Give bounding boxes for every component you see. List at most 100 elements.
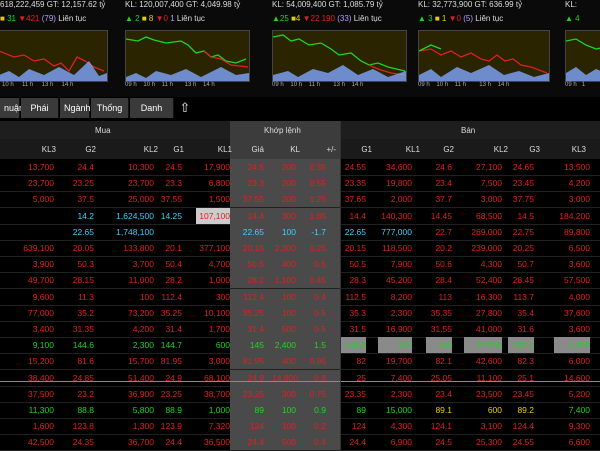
cell-kl1[interactable]: 1,700 xyxy=(196,321,230,337)
cell-g2[interactable]: 24.4 xyxy=(64,159,94,175)
cell-g1[interactable]: 31.5 xyxy=(340,321,366,337)
cell-kl2[interactable]: 239,000 xyxy=(464,240,502,256)
cell-kl3[interactable]: 13,700 xyxy=(4,159,54,175)
cell-g2[interactable]: 37.5 xyxy=(64,191,94,207)
cell-g1[interactable]: 24.55 xyxy=(340,159,366,175)
cell-g1[interactable]: 123.9 xyxy=(154,418,182,434)
table-row[interactable]: 15,200 81.6 15,700 81.95 3,000 81.95 400 0.95 82… xyxy=(0,353,600,371)
cell-g2[interactable]: 31.55 xyxy=(426,321,452,337)
column-header-kl1[interactable]: KL1 xyxy=(388,145,420,154)
cell-kl[interactable]: 500 xyxy=(272,321,296,337)
column-header-kl[interactable]: KL xyxy=(282,145,300,154)
cell-g1[interactable] xyxy=(154,224,182,240)
cell-kl[interactable]: 100 xyxy=(272,418,296,434)
table-row[interactable]: 1,600 123.8 1,300 123.9 7,320 124 100 0.2 124 4,3… xyxy=(0,418,600,436)
cell-g2[interactable]: 24.6 xyxy=(426,159,452,175)
cell-[interactable]: 1.5 xyxy=(304,337,326,353)
cell-kl1[interactable]: 140,300 xyxy=(378,208,412,224)
cell-kl3[interactable]: 3,400 xyxy=(4,321,54,337)
tab-thong-ke[interactable]: Thống kê xyxy=(91,98,129,133)
cell-kl3[interactable]: 38,400 xyxy=(4,370,54,386)
cell-g2[interactable]: 113 xyxy=(426,289,452,305)
cell-gi[interactable]: 50.5 xyxy=(234,256,264,272)
column-header-kl2[interactable]: KL2 xyxy=(472,145,508,154)
cell-kl3[interactable]: 77,000 xyxy=(4,305,54,321)
cell-[interactable]: 0.25 xyxy=(304,240,326,256)
cell-g1[interactable]: 14.25 xyxy=(154,208,182,224)
cell-kl3[interactable]: 3,600 xyxy=(554,321,590,337)
cell-g1[interactable]: 112.5 xyxy=(340,289,366,305)
cell-kl1[interactable]: 3,000 xyxy=(196,353,230,369)
cell-g1[interactable]: 88.9 xyxy=(154,402,182,418)
cell-kl1[interactable]: 118,500 xyxy=(378,240,412,256)
cell-kl2[interactable]: 3,100 xyxy=(464,418,502,434)
cell-kl2[interactable]: 1,748,100 xyxy=(114,224,154,240)
cell-g2[interactable]: 22.65 xyxy=(64,224,94,240)
cell-kl[interactable]: 500 xyxy=(272,434,296,450)
cell-g2[interactable]: 144.6 xyxy=(64,337,94,353)
cell-g1[interactable]: 23.35 xyxy=(340,175,366,191)
cell-g2[interactable]: 20.05 xyxy=(64,240,94,256)
tab-phai-sinh[interactable]: Phái Sinh xyxy=(21,98,59,133)
cell-kl3[interactable]: 4,000 xyxy=(554,289,590,305)
cell-kl1[interactable]: 8,200 xyxy=(378,289,412,305)
cell-g1[interactable]: 22.65 xyxy=(340,224,366,240)
cell-kl1[interactable]: 2,000 xyxy=(378,191,412,207)
cell-kl3[interactable]: 37,500 xyxy=(4,386,54,402)
cell-g1[interactable]: 144.8 xyxy=(340,337,366,354)
cell-kl[interactable]: 300 xyxy=(272,208,296,224)
column-header-g1[interactable]: G1 xyxy=(350,145,372,154)
table-row[interactable]: 42,500 24.35 36,700 24.4 36,500 24.4 500 0.4 24.… xyxy=(0,434,600,451)
cell-kl1[interactable]: 34,600 xyxy=(378,159,412,175)
cell-g2[interactable]: 28.4 xyxy=(426,272,452,288)
cell-kl2[interactable]: 27,100 xyxy=(464,159,502,175)
cell-kl[interactable]: 2,300 xyxy=(272,240,296,256)
column-header-kl2[interactable]: KL2 xyxy=(120,145,158,154)
cell-g3[interactable]: 37.75 xyxy=(508,191,534,207)
cell-g2[interactable]: 82.1 xyxy=(426,353,452,369)
cell-g2[interactable]: 24.5 xyxy=(426,434,452,450)
cell-g2[interactable]: 123.8 xyxy=(64,418,94,434)
cell-g1[interactable]: 31.4 xyxy=(154,321,182,337)
cell-[interactable]: 0.35 xyxy=(304,159,326,175)
cell-gi[interactable]: 37.55 xyxy=(234,191,264,207)
cell-kl[interactable]: 400 xyxy=(272,353,296,369)
cell-kl1[interactable]: 600 xyxy=(196,337,230,353)
column-header-g2[interactable]: G2 xyxy=(432,145,454,154)
index-panel-1[interactable]: 618,222,459 GT: 12,157.62 tỷ ■ 31 ▼421 (… xyxy=(0,0,110,97)
cell-kl1[interactable]: 107,100 xyxy=(196,207,230,224)
table-row[interactable]: 14.2 1,624,500 14.25 107,100 14.4 300 1.85 14.4… xyxy=(0,207,600,225)
cell-kl3[interactable]: 6,500 xyxy=(554,240,590,256)
cell-kl1[interactable]: 300 xyxy=(196,289,230,305)
table-row[interactable]: 22.65 1,748,100 22.65 100 -1.7 22.65 777,000 22… xyxy=(0,223,600,241)
cell-g1[interactable]: 14.4 xyxy=(340,208,366,224)
cell-kl2[interactable]: 52,400 xyxy=(464,272,502,288)
cell-kl1[interactable]: 100 xyxy=(378,337,412,354)
cell-gi[interactable]: 22.65 xyxy=(234,224,264,240)
cell-kl3[interactable]: 1,300 xyxy=(554,337,590,354)
cell-g3[interactable]: 24.55 xyxy=(508,434,534,450)
cell-gi[interactable]: 24.9 xyxy=(234,370,264,386)
cell-kl1[interactable]: 10,100 xyxy=(196,305,230,321)
cell-[interactable]: 1.85 xyxy=(304,208,326,224)
cell-kl2[interactable]: 1,624,500 xyxy=(114,208,154,224)
cell-gi[interactable]: 89 xyxy=(234,402,264,418)
cell-kl[interactable]: 100 xyxy=(272,305,296,321)
cell-kl2[interactable]: 36,700 xyxy=(114,434,154,450)
cell-kl1[interactable]: 2,300 xyxy=(378,386,412,402)
cell-[interactable]: 0.5 xyxy=(304,256,326,272)
cell-kl2[interactable]: 7,500 xyxy=(464,175,502,191)
table-row[interactable]: 9,100 144.6 2,300 144.7 600 145 2,400 1.5 144.8 1… xyxy=(0,337,600,355)
cell-kl3[interactable]: 7,400 xyxy=(554,402,590,418)
cell-g2[interactable]: 20.2 xyxy=(426,240,452,256)
cell-kl1[interactable]: 4,300 xyxy=(378,418,412,434)
cell-kl2[interactable]: 10,300 xyxy=(114,159,154,175)
index-panel-3[interactable]: KL: 54,009,400 GT: 1,085.79 tỷ ▲25 ■4 ▼2… xyxy=(272,0,407,97)
cell-gi[interactable]: 28.2 xyxy=(234,272,264,288)
cell-g3[interactable]: 89.2 xyxy=(508,402,534,418)
column-header-gi[interactable]: Giá xyxy=(242,145,264,154)
cell-kl2[interactable]: 1,300 xyxy=(114,418,154,434)
cell-g2[interactable]: 81.6 xyxy=(64,353,94,369)
cell-kl1[interactable]: 7,900 xyxy=(378,256,412,272)
cell-gi[interactable]: 124 xyxy=(234,418,264,434)
